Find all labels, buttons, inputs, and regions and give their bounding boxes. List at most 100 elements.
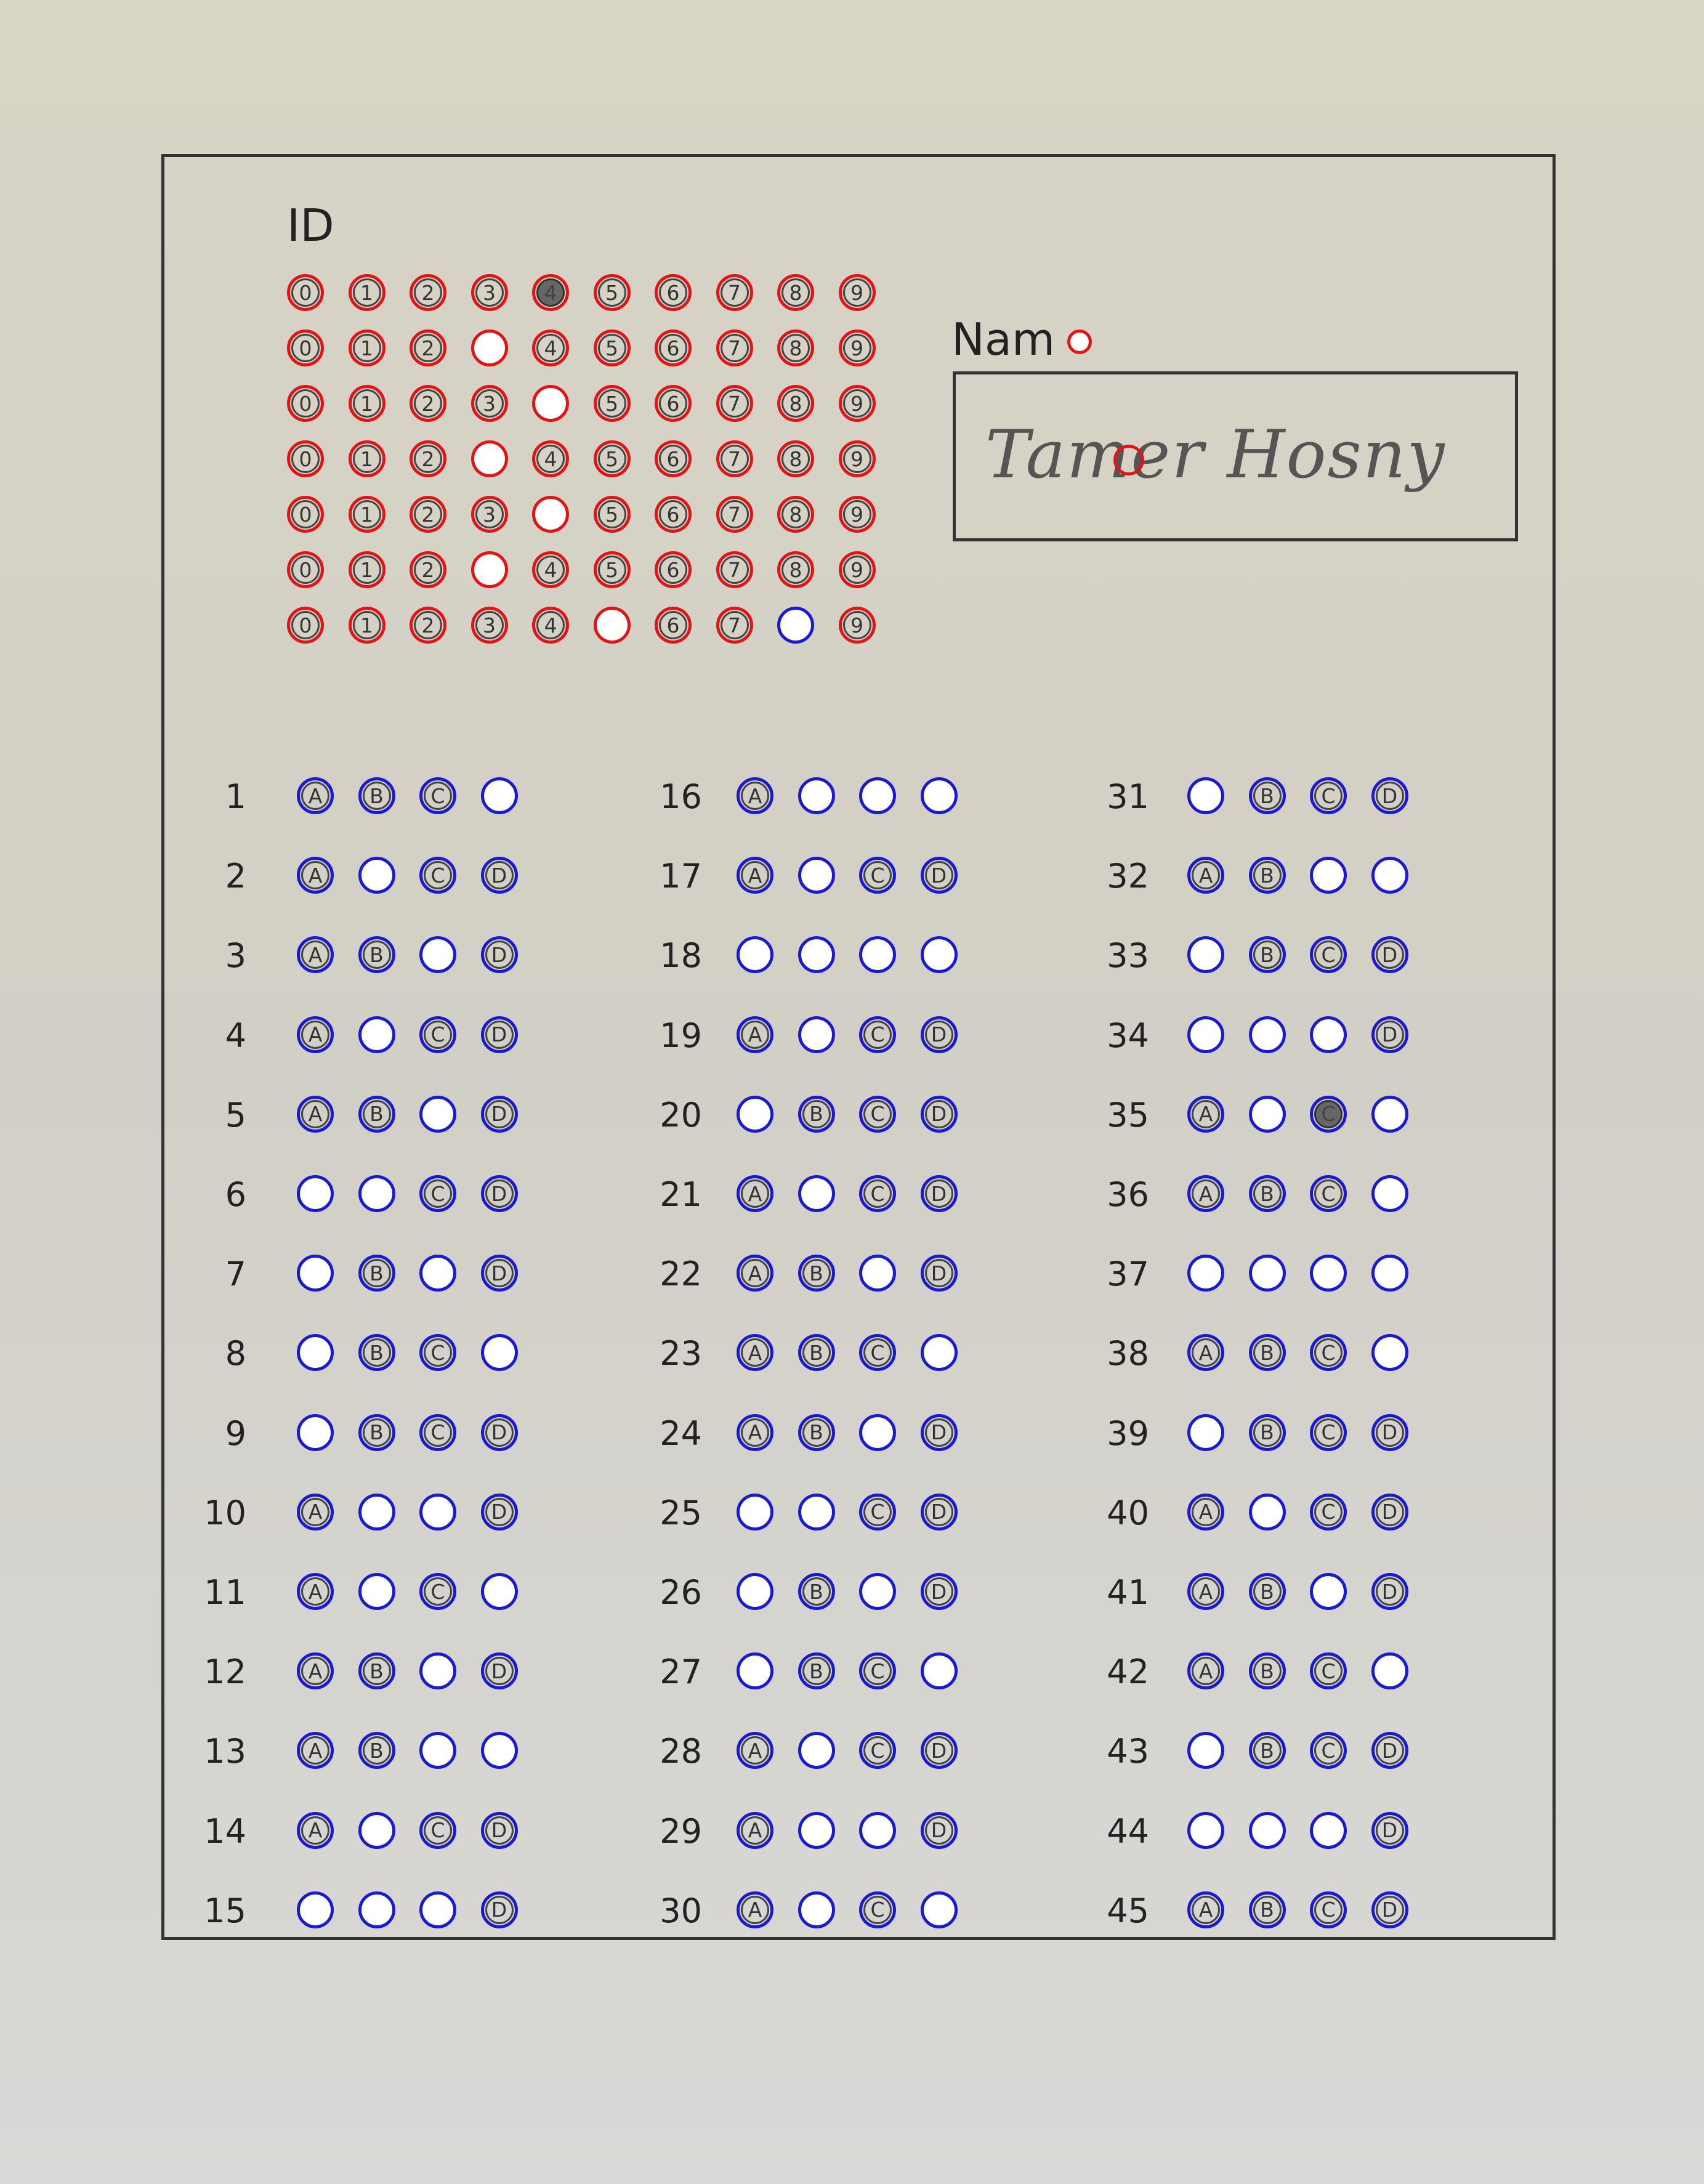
id-bubble-7-4[interactable]: 4 [532,607,569,644]
id-bubble-1-1[interactable]: 1 [348,274,386,311]
id-bubble-4-2[interactable]: 2 [410,440,446,477]
answer-bubble-q42-d[interactable]: D [1371,1652,1408,1690]
answer-bubble-q38-c[interactable]: C [1310,1334,1347,1372]
answer-bubble-q15-a[interactable]: A [297,1891,334,1928]
id-bubble-1-9[interactable]: 9 [838,274,876,311]
id-bubble-1-0[interactable]: 0 [287,274,324,311]
id-bubble-6-5[interactable]: 5 [593,551,631,588]
answer-bubble-q36-c[interactable]: C [1310,1175,1347,1212]
answer-bubble-q31-b[interactable]: B [1248,777,1286,814]
answer-bubble-q20-c[interactable]: C [859,1095,896,1133]
answer-bubble-q6-b[interactable]: B [358,1175,395,1212]
answer-bubble-q16-b[interactable]: B [797,777,835,814]
answer-bubble-q15-c[interactable]: C [419,1891,456,1928]
answer-bubble-q17-a[interactable]: A [737,857,773,894]
id-bubble-3-0[interactable]: 0 [287,385,324,422]
answer-bubble-q35-c[interactable]: C [1310,1095,1347,1133]
id-bubble-5-7[interactable]: 7 [716,496,753,533]
answer-bubble-q16-d[interactable]: D [920,777,958,814]
id-bubble-5-1[interactable]: 1 [348,496,386,533]
answer-bubble-q8-b[interactable]: B [358,1334,395,1372]
answer-bubble-q29-b[interactable]: B [797,1811,835,1849]
answer-bubble-q12-c[interactable]: C [419,1652,456,1690]
answer-bubble-q11-a[interactable]: A [297,1573,334,1610]
answer-bubble-q40-b[interactable]: B [1248,1493,1286,1531]
answer-bubble-q17-b[interactable]: B [797,857,835,894]
answer-bubble-q3-b[interactable]: B [358,936,395,974]
answer-bubble-q30-c[interactable]: C [859,1891,896,1928]
id-bubble-1-2[interactable]: 2 [410,274,446,311]
answer-bubble-q22-d[interactable]: D [920,1255,958,1292]
answer-bubble-q27-c[interactable]: C [859,1652,896,1690]
id-bubble-7-5[interactable]: 5 [593,607,631,644]
answer-bubble-q5-a[interactable]: A [297,1095,334,1133]
answer-bubble-q2-b[interactable]: B [358,857,395,894]
id-bubble-5-3[interactable]: 3 [470,496,508,533]
answer-bubble-q8-c[interactable]: C [419,1334,456,1372]
id-bubble-7-7[interactable]: 7 [716,607,753,644]
answer-bubble-q30-a[interactable]: A [737,1891,773,1928]
answer-bubble-q4-a[interactable]: A [297,1016,334,1053]
answer-bubble-q34-b[interactable]: B [1248,1016,1286,1053]
answer-bubble-q28-c[interactable]: C [859,1732,896,1769]
answer-bubble-q36-b[interactable]: B [1248,1175,1286,1212]
id-bubble-5-8[interactable]: 8 [777,496,814,533]
answer-bubble-q27-b[interactable]: B [797,1652,835,1690]
answer-bubble-q24-d[interactable]: D [920,1414,958,1451]
answer-bubble-q39-a[interactable]: A [1187,1414,1224,1451]
id-bubble-7-0[interactable]: 0 [287,607,324,644]
id-bubble-1-3[interactable]: 3 [470,274,508,311]
answer-bubble-q13-c[interactable]: C [419,1732,456,1769]
answer-bubble-q21-b[interactable]: B [797,1175,835,1212]
id-bubble-6-8[interactable]: 8 [777,551,814,588]
answer-bubble-q14-a[interactable]: A [297,1811,334,1849]
id-bubble-4-3[interactable]: 3 [470,440,508,477]
answer-bubble-q38-b[interactable]: B [1248,1334,1286,1372]
answer-bubble-q43-d[interactable]: D [1371,1732,1408,1769]
id-bubble-3-3[interactable]: 3 [470,385,508,422]
answer-bubble-q7-d[interactable]: D [480,1255,518,1292]
answer-bubble-q20-b[interactable]: B [797,1095,835,1133]
answer-bubble-q38-a[interactable]: A [1187,1334,1224,1372]
answer-bubble-q14-b[interactable]: B [358,1811,395,1849]
answer-bubble-q18-d[interactable]: D [920,936,958,974]
answer-bubble-q25-a[interactable]: A [737,1493,773,1531]
id-bubble-2-7[interactable]: 7 [716,330,753,366]
answer-bubble-q45-d[interactable]: D [1371,1891,1408,1928]
id-bubble-3-7[interactable]: 7 [716,385,753,422]
id-bubble-1-6[interactable]: 6 [655,274,692,311]
answer-bubble-q25-c[interactable]: C [859,1493,896,1531]
answer-bubble-q10-c[interactable]: C [419,1493,456,1531]
id-bubble-2-0[interactable]: 0 [287,330,324,366]
id-bubble-3-9[interactable]: 9 [838,385,876,422]
answer-bubble-q2-c[interactable]: C [419,857,456,894]
answer-bubble-q18-a[interactable]: A [737,936,773,974]
answer-bubble-q42-c[interactable]: C [1310,1652,1347,1690]
answer-bubble-q45-b[interactable]: B [1248,1891,1286,1928]
id-bubble-2-9[interactable]: 9 [838,330,876,366]
answer-bubble-q21-a[interactable]: A [737,1175,773,1212]
answer-bubble-q41-b[interactable]: B [1248,1573,1286,1610]
answer-bubble-q15-b[interactable]: B [358,1891,395,1928]
answer-bubble-q3-d[interactable]: D [480,936,518,974]
answer-bubble-q18-b[interactable]: B [797,936,835,974]
answer-bubble-q33-c[interactable]: C [1310,936,1347,974]
answer-bubble-q9-b[interactable]: B [358,1414,395,1451]
answer-bubble-q13-a[interactable]: A [297,1732,334,1769]
id-bubble-1-5[interactable]: 5 [593,274,631,311]
id-bubble-7-8[interactable]: 8 [777,607,814,644]
answer-bubble-q33-d[interactable]: D [1371,936,1408,974]
id-bubble-7-3[interactable]: 3 [470,607,508,644]
answer-bubble-q24-b[interactable]: B [797,1414,835,1451]
answer-bubble-q21-c[interactable]: C [859,1175,896,1212]
answer-bubble-q24-a[interactable]: A [737,1414,773,1451]
answer-bubble-q20-d[interactable]: D [920,1095,958,1133]
answer-bubble-q3-a[interactable]: A [297,936,334,974]
id-bubble-5-4[interactable]: 4 [532,496,569,533]
answer-bubble-q1-d[interactable]: D [480,777,518,814]
answer-bubble-q5-d[interactable]: D [480,1095,518,1133]
answer-bubble-q40-d[interactable]: D [1371,1493,1408,1531]
answer-bubble-q29-d[interactable]: D [920,1811,958,1849]
answer-bubble-q27-a[interactable]: A [737,1652,773,1690]
answer-bubble-q43-c[interactable]: C [1310,1732,1347,1769]
